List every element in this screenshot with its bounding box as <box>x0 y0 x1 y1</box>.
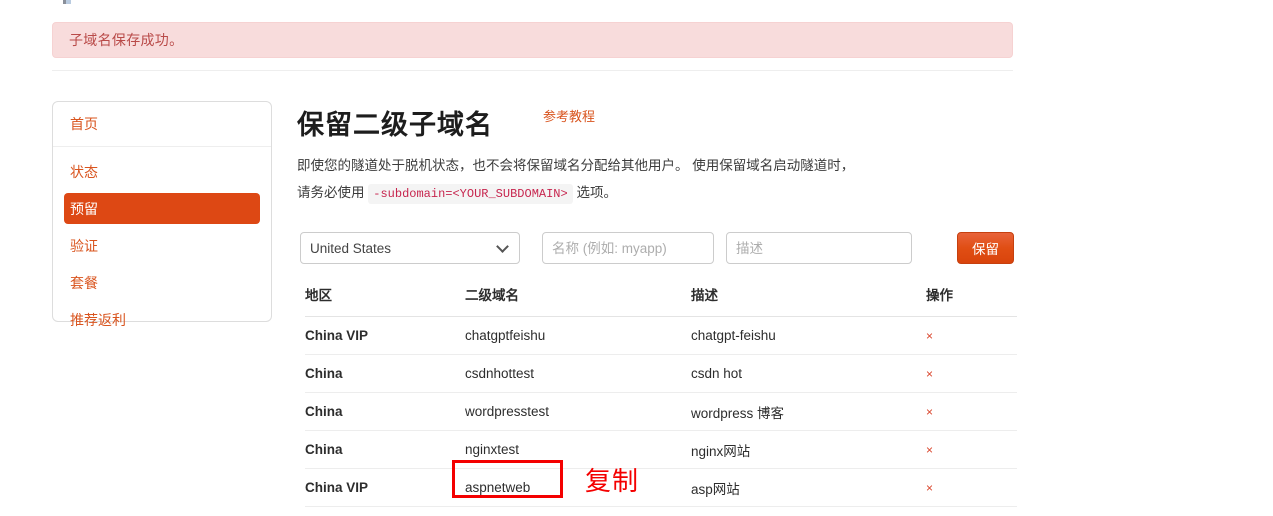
sidebar-header[interactable]: 首页 <box>53 102 271 147</box>
delete-icon[interactable]: × <box>926 405 933 419</box>
column-header-region: 地区 <box>305 284 465 317</box>
page-description: 即使您的隧道处于脱机状态，也不会将保留域名分配给其他用户。 使用保留域名启动隧道… <box>297 152 857 208</box>
table-row: China wordpresstest wordpress 博客 × <box>305 392 1017 431</box>
sidebar-item-label: 验证 <box>70 237 98 254</box>
delete-icon[interactable]: × <box>926 367 933 381</box>
cell-description: nginx网站 <box>691 430 926 469</box>
cell-description: csdn hot <box>691 354 926 393</box>
table-row: China VIP aspnetweb asp网站 × <box>305 468 1017 507</box>
sidebar-item-plan[interactable]: 套餐 <box>64 267 260 298</box>
reserve-form: United States 保留 <box>297 232 1017 264</box>
table-row: China nginxtest nginx网站 × <box>305 430 1017 469</box>
cell-action: × <box>926 392 1017 431</box>
cell-region: China VIP <box>305 468 465 507</box>
cell-action: × <box>926 354 1017 393</box>
delete-icon[interactable]: × <box>926 329 933 343</box>
tutorial-link[interactable]: 参考教程 <box>543 106 595 125</box>
subdomain-option-code: -subdomain=<YOUR_SUBDOMAIN> <box>368 184 573 204</box>
main-content: 保留二级子域名 参考教程 即使您的隧道处于脱机状态，也不会将保留域名分配给其他用… <box>297 96 1017 507</box>
sidebar-item-reserved[interactable]: 预留 <box>64 193 260 224</box>
cell-description: chatgpt-feishu <box>691 316 926 355</box>
reserved-domains-table: 地区 二级域名 描述 操作 China VIP chatgptfeishu chat… <box>305 284 1017 507</box>
description-text-part2: 选项。 <box>572 185 617 200</box>
cell-domain: chatgptfeishu <box>465 316 691 355</box>
content-divider <box>52 70 1013 71</box>
sidebar-item-label: 套餐 <box>70 274 98 291</box>
success-alert: 子域名保存成功。 <box>52 22 1013 58</box>
cell-domain: aspnetweb <box>465 468 691 507</box>
sidebar-nav-list: 状态 预留 验证 套餐 推荐返利 <box>53 147 271 335</box>
cell-domain: csdnhottest <box>465 354 691 393</box>
cell-region: China <box>305 354 465 393</box>
sidebar-item-label: 推荐返利 <box>70 311 126 328</box>
page-title: 保留二级子域名 <box>297 110 493 140</box>
cell-description: asp网站 <box>691 468 926 507</box>
table-row: China VIP chatgptfeishu chatgpt-feishu × <box>305 316 1017 355</box>
title-row: 保留二级子域名 参考教程 <box>297 96 1017 146</box>
table-body: China VIP chatgptfeishu chatgpt-feishu × Chi… <box>305 316 1017 507</box>
sidebar-item-status[interactable]: 状态 <box>64 156 260 187</box>
column-header-action: 操作 <box>926 284 1017 317</box>
cell-region: China <box>305 392 465 431</box>
cell-action: × <box>926 316 1017 355</box>
cell-domain: wordpresstest <box>465 392 691 431</box>
cell-action: × <box>926 468 1017 507</box>
success-alert-message: 子域名保存成功。 <box>69 32 184 48</box>
cell-domain: nginxtest <box>465 430 691 469</box>
reserve-button[interactable]: 保留 <box>957 232 1014 264</box>
sidebar-header-label: 首页 <box>70 116 98 132</box>
column-header-description: 描述 <box>691 284 926 317</box>
delete-icon[interactable]: × <box>926 481 933 495</box>
sidebar-item-verify[interactable]: 验证 <box>64 230 260 261</box>
cell-region: China VIP <box>305 316 465 355</box>
sidebar-item-label: 预留 <box>70 200 98 217</box>
subdomain-description-input[interactable] <box>726 232 912 264</box>
cell-description: wordpress 博客 <box>691 392 926 431</box>
delete-icon[interactable]: × <box>926 443 933 457</box>
subdomain-name-input[interactable] <box>542 232 714 264</box>
table-row: China csdnhottest csdn hot × <box>305 354 1017 393</box>
sidebar-item-referral[interactable]: 推荐返利 <box>64 304 260 335</box>
table-header-row: 地区 二级域名 描述 操作 <box>305 284 1017 317</box>
top-cutoff-element <box>63 0 71 4</box>
annotation-copy-label: 复制 <box>585 466 640 496</box>
table-head: 地区 二级域名 描述 操作 <box>305 284 1017 317</box>
sidebar-item-label: 状态 <box>70 163 98 180</box>
sidebar-panel: 首页 状态 预留 验证 套餐 推荐返利 <box>52 101 272 328</box>
region-select[interactable]: United States <box>300 232 520 264</box>
column-header-domain: 二级域名 <box>465 284 691 317</box>
cell-action: × <box>926 430 1017 469</box>
cell-region: China <box>305 430 465 469</box>
